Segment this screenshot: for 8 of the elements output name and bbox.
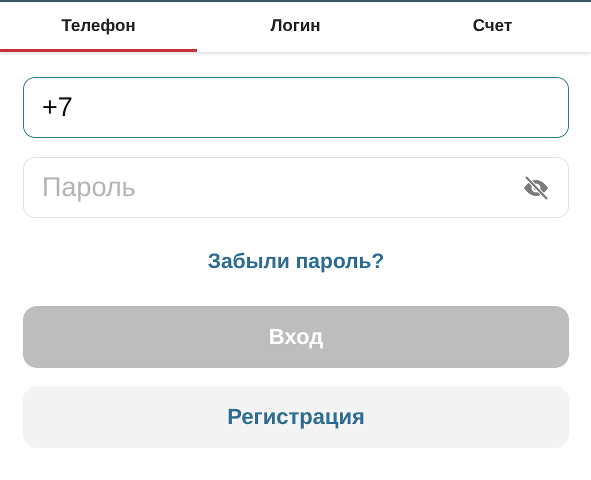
- eye-slash-icon[interactable]: [521, 175, 551, 201]
- forgot-password-link[interactable]: Забыли пароль?: [208, 250, 384, 274]
- tab[interactable]: Логин: [197, 2, 394, 52]
- register-button[interactable]: Регистрация: [23, 386, 569, 448]
- password-field[interactable]: Пароль: [23, 157, 569, 218]
- tab[interactable]: Счет: [394, 2, 591, 52]
- phone-field[interactable]: +7: [23, 77, 569, 138]
- tab[interactable]: Телефон: [0, 2, 197, 52]
